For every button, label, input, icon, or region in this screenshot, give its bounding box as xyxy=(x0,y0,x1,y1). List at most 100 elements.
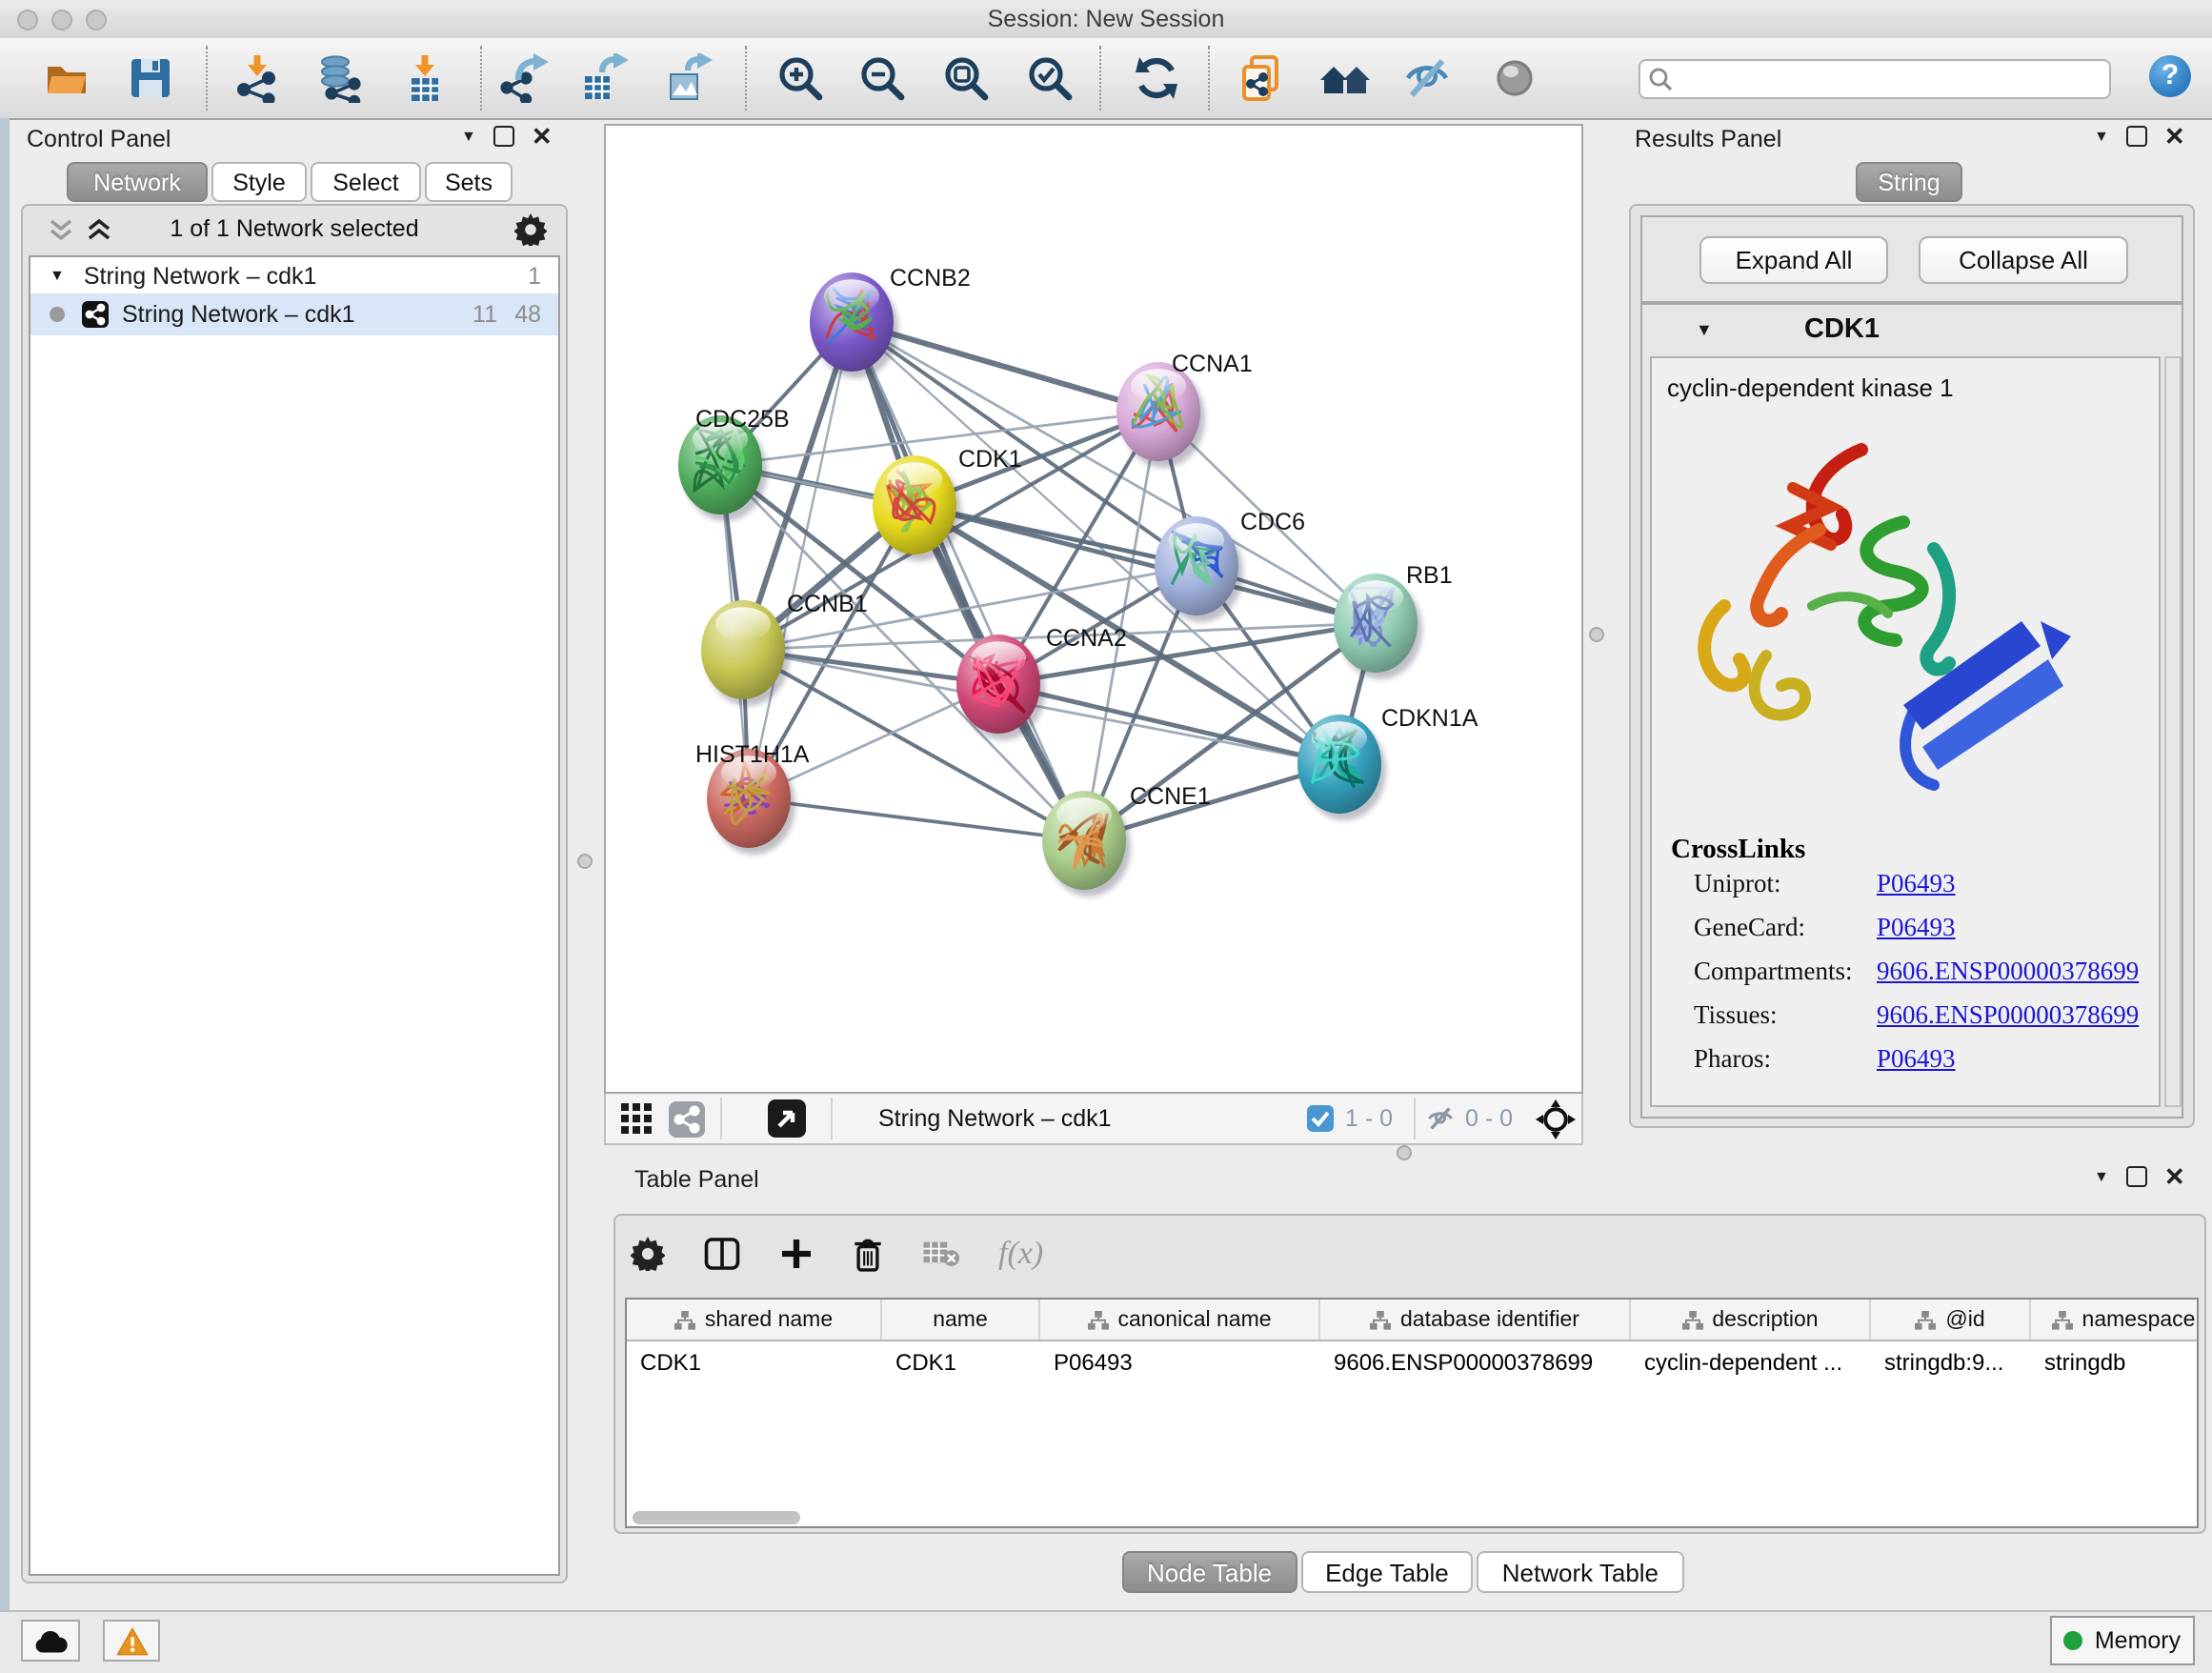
bottom-splitter-handle[interactable] xyxy=(1397,1145,1412,1160)
column-header-shared-name[interactable]: shared name xyxy=(627,1300,882,1340)
crosslink-link[interactable]: P06493 xyxy=(1877,1044,1956,1075)
table-cell[interactable]: 9606.ENSP00000378699 xyxy=(1320,1341,1631,1381)
network-edge-CCNB2-HIST1H1A[interactable] xyxy=(749,322,852,798)
column-header-@id[interactable]: @id xyxy=(1871,1300,2031,1340)
network-node-CCNB1[interactable]: CCNB1 xyxy=(701,591,868,706)
add-column-icon[interactable] xyxy=(779,1237,814,1271)
table-cell[interactable]: cyclin-dependent ... xyxy=(1631,1341,1871,1381)
column-header-canonical-name[interactable]: canonical name xyxy=(1040,1300,1320,1340)
open-session-icon[interactable] xyxy=(34,48,99,109)
node-label: CCNA1 xyxy=(1172,351,1253,377)
crosslink-link[interactable]: P06493 xyxy=(1877,869,1956,899)
column-header-description[interactable]: description xyxy=(1631,1300,1871,1340)
tab-select[interactable]: Select xyxy=(311,162,421,202)
memory-button[interactable]: Memory xyxy=(2050,1616,2195,1665)
show-columns-icon[interactable] xyxy=(703,1237,741,1271)
network-node-CCNA2[interactable]: CCNA2 xyxy=(956,625,1127,740)
tab-style[interactable]: Style xyxy=(211,162,307,202)
zoom-selected-icon[interactable] xyxy=(1017,48,1082,109)
gear-icon[interactable] xyxy=(514,213,547,246)
export-network-icon[interactable] xyxy=(492,48,556,109)
network-node-CDKN1A[interactable]: CDKN1A xyxy=(1297,705,1478,820)
protein-card-header[interactable]: ▼ CDK1 xyxy=(1642,305,2182,356)
protein-name: CDK1 xyxy=(1804,314,1880,345)
warnings-button[interactable] xyxy=(103,1620,160,1662)
table-cell[interactable]: stringdb:9... xyxy=(1871,1341,2031,1381)
network-overview-houses-icon[interactable] xyxy=(1313,48,1377,109)
delete-trash-icon[interactable] xyxy=(852,1236,884,1272)
panel-menu-icon[interactable]: ▼ xyxy=(461,128,476,145)
crosslink-link[interactable]: P06493 xyxy=(1877,913,1956,943)
column-header-name[interactable]: name xyxy=(882,1300,1040,1340)
zoom-fit-icon[interactable] xyxy=(934,48,998,109)
network-collection-row[interactable]: ▼ String Network – cdk1 1 xyxy=(30,257,558,293)
table-row[interactable]: CDK1CDK1P064939606.ENSP00000378699cyclin… xyxy=(627,1341,2197,1381)
panel-menu-icon[interactable]: ▼ xyxy=(2094,1168,2109,1185)
export-image-icon[interactable] xyxy=(657,48,722,109)
tab-network[interactable]: Network xyxy=(67,162,208,202)
panel-float-icon[interactable] xyxy=(2126,1166,2147,1187)
column-header-namespace[interactable]: namespace xyxy=(2031,1300,2199,1340)
table-cell[interactable]: CDK1 xyxy=(882,1341,1040,1381)
status-bar: Memory xyxy=(0,1610,2212,1673)
crosslink-link[interactable]: 9606.ENSP00000378699 xyxy=(1877,1000,2139,1031)
hide-panels-eye-slash-icon[interactable] xyxy=(1395,48,1459,109)
help-button[interactable]: ? xyxy=(2149,55,2191,97)
table-cell[interactable]: CDK1 xyxy=(627,1341,882,1381)
update-network-icon[interactable] xyxy=(1124,48,1189,109)
table-options-gear-icon[interactable] xyxy=(631,1237,665,1271)
zoom-in-icon[interactable] xyxy=(768,48,833,109)
zoom-out-icon[interactable] xyxy=(850,48,915,109)
grid-mode-icon[interactable] xyxy=(621,1103,654,1136)
string-view-icon[interactable] xyxy=(669,1101,705,1138)
tree-expand-icon[interactable]: ▼ xyxy=(50,267,65,284)
search-input[interactable] xyxy=(1679,63,2105,95)
clone-network-icon[interactable] xyxy=(1229,48,1294,109)
birdseye-crosshair-icon[interactable] xyxy=(1536,1099,1576,1139)
right-splitter-handle[interactable] xyxy=(1589,627,1604,642)
panel-float-icon[interactable] xyxy=(493,126,514,147)
table-horizontal-scrollbar[interactable] xyxy=(633,1511,800,1524)
panel-close-icon[interactable]: ✕ xyxy=(532,127,553,146)
expand-all-button[interactable]: Expand All xyxy=(1699,236,1888,284)
results-scrollbar[interactable] xyxy=(2164,356,2182,1107)
network-node-RB1[interactable]: RB1 xyxy=(1334,562,1453,679)
import-network-file-icon[interactable] xyxy=(225,48,290,109)
inspector-orb-icon[interactable] xyxy=(1482,48,1547,109)
column-header-database-identifier[interactable]: database identifier xyxy=(1320,1300,1631,1340)
network-canvas[interactable]: CCNB2CCNA1CDC25BCDK1CDC6RB1CCNB1CCNA2CDK… xyxy=(604,124,1583,1094)
panel-close-icon[interactable]: ✕ xyxy=(2164,127,2185,146)
tab-edge-table[interactable]: Edge Table xyxy=(1300,1551,1474,1593)
search-field[interactable] xyxy=(1639,59,2111,99)
export-table-icon[interactable] xyxy=(573,48,638,109)
column-header-label: description xyxy=(1712,1308,1818,1331)
panel-close-icon[interactable]: ✕ xyxy=(2164,1167,2185,1186)
panel-float-icon[interactable] xyxy=(2126,126,2147,147)
table-cell[interactable]: P06493 xyxy=(1040,1341,1320,1381)
network-edge-HIST1H1A-CCNE1[interactable] xyxy=(749,798,1084,840)
tab-string[interactable]: String xyxy=(1856,162,1962,202)
network-node-HIST1H1A[interactable]: HIST1H1A xyxy=(695,741,810,855)
column-network-icon xyxy=(2052,1310,2073,1329)
cloud-button[interactable] xyxy=(21,1620,80,1662)
crosslink-link[interactable]: 9606.ENSP00000378699 xyxy=(1877,957,2139,987)
open-in-window-icon[interactable] xyxy=(768,1099,806,1138)
left-splitter-handle[interactable] xyxy=(577,854,593,869)
import-network-database-icon[interactable] xyxy=(307,48,372,109)
tab-network-table[interactable]: Network Table xyxy=(1478,1551,1683,1593)
network-node-CDC6[interactable]: CDC6 xyxy=(1155,509,1305,622)
selected-checkbox-icon[interactable] xyxy=(1307,1105,1334,1132)
tab-node-table[interactable]: Node Table xyxy=(1122,1551,1297,1593)
import-table-file-icon[interactable] xyxy=(392,48,457,109)
network-edge-CCNB2-CCNE1[interactable] xyxy=(852,322,1084,840)
network-node-CCNA1[interactable]: CCNA1 xyxy=(1116,351,1253,468)
save-session-icon[interactable] xyxy=(118,48,183,109)
network-node-CCNB2[interactable]: CCNB2 xyxy=(810,265,971,378)
table-cell[interactable]: stringdb xyxy=(2031,1341,2199,1381)
network-row-selected[interactable]: String Network – cdk1 11 48 xyxy=(30,293,558,335)
network-node-CCNE1[interactable]: CCNE1 xyxy=(1042,783,1211,897)
panel-menu-icon[interactable]: ▼ xyxy=(2094,128,2109,145)
collapse-arrow-icon[interactable]: ▼ xyxy=(1696,320,1713,339)
tab-sets[interactable]: Sets xyxy=(425,162,513,202)
collapse-all-button[interactable]: Collapse All xyxy=(1919,236,2128,284)
